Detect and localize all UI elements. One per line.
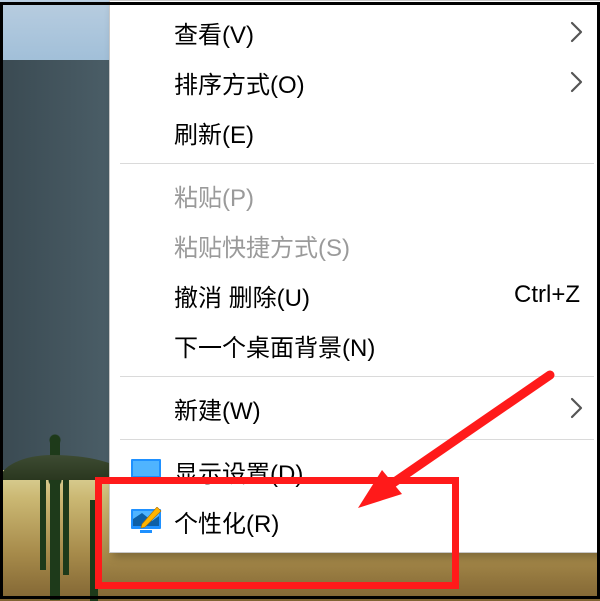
menu-separator bbox=[120, 376, 594, 377]
menu-item-label: 刷新(E) bbox=[174, 115, 254, 150]
menu-item-undo[interactable]: 撤消 删除(U) Ctrl+Z bbox=[112, 270, 600, 320]
menu-item-label: 显示设置(D) bbox=[174, 454, 303, 489]
menu-item-new[interactable]: 新建(W) bbox=[112, 383, 600, 433]
menu-item-label: 下一个桌面背景(N) bbox=[174, 328, 375, 363]
menu-item-personalize[interactable]: 个性化(R) bbox=[112, 496, 600, 546]
personalize-icon bbox=[130, 507, 162, 535]
menu-item-view[interactable]: 查看(V) bbox=[112, 7, 600, 57]
chevron-right-icon bbox=[570, 21, 584, 43]
menu-item-label: 粘贴(P) bbox=[174, 178, 254, 213]
menu-item-paste-shortcut: 粘贴快捷方式(S) bbox=[112, 220, 600, 270]
menu-item-label: 排序方式(O) bbox=[174, 65, 305, 100]
menu-item-display-settings[interactable]: 显示设置(D) bbox=[112, 446, 600, 496]
monitor-icon bbox=[130, 457, 162, 485]
menu-item-label: 查看(V) bbox=[174, 15, 254, 50]
desktop-context-menu: 查看(V) 排序方式(O) 刷新(E) 粘贴(P) 粘贴快捷方式(S) 撤消 删… bbox=[109, 0, 600, 553]
chevron-right-icon bbox=[570, 71, 584, 93]
menu-item-label: 新建(W) bbox=[174, 391, 261, 426]
menu-separator bbox=[120, 439, 594, 440]
menu-separator bbox=[120, 163, 594, 164]
menu-item-label: 撤消 删除(U) bbox=[174, 278, 310, 313]
menu-item-shortcut: Ctrl+Z bbox=[514, 281, 580, 309]
menu-item-paste: 粘贴(P) bbox=[112, 170, 600, 220]
menu-item-label: 粘贴快捷方式(S) bbox=[174, 228, 350, 263]
menu-item-label: 个性化(R) bbox=[174, 504, 279, 539]
menu-item-refresh[interactable]: 刷新(E) bbox=[112, 107, 600, 157]
menu-item-next-background[interactable]: 下一个桌面背景(N) bbox=[112, 320, 600, 370]
menu-item-sort[interactable]: 排序方式(O) bbox=[112, 57, 600, 107]
chevron-right-icon bbox=[570, 397, 584, 419]
